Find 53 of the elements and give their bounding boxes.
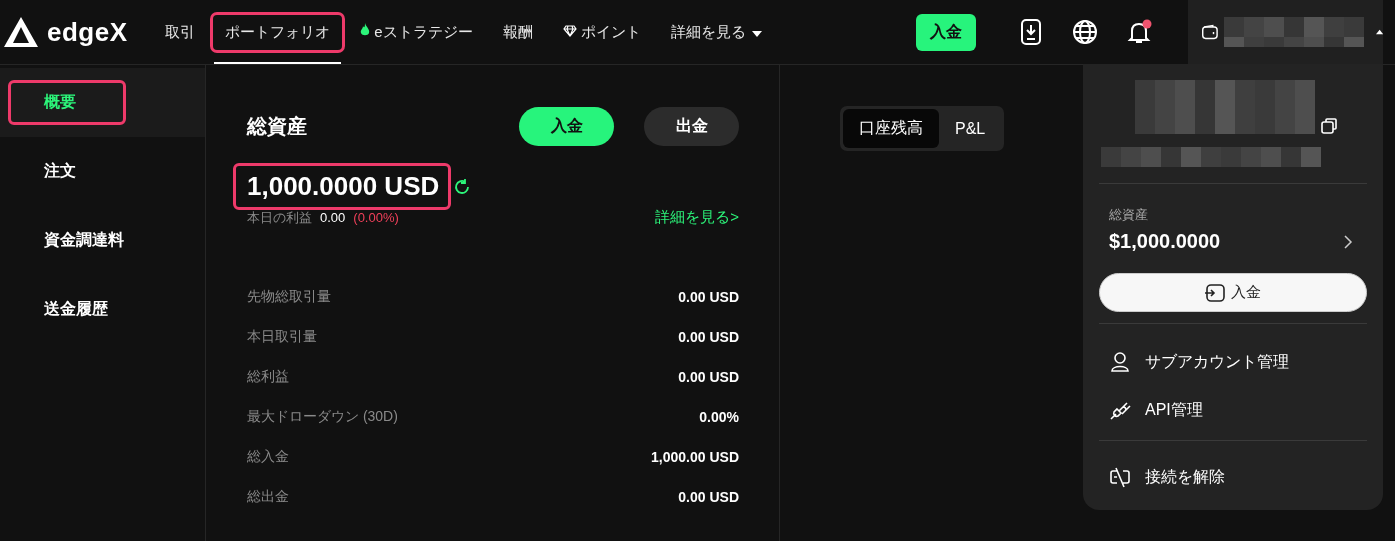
bell-icon[interactable]: [1126, 19, 1152, 45]
chevron-right-icon[interactable]: [1343, 234, 1353, 249]
sidebar-item[interactable]: 資金調達料: [0, 206, 205, 275]
nav-tab[interactable]: 取引: [150, 0, 210, 64]
withdraw-button[interactable]: 出金: [644, 107, 739, 146]
wallet-icon: [1202, 22, 1218, 42]
profit-label: 本日の利益: [247, 208, 312, 227]
copy-icon[interactable]: [1321, 118, 1337, 134]
stat-value: 0.00%: [699, 409, 739, 425]
chart-tab[interactable]: 口座残高: [843, 109, 939, 148]
deposit-button[interactable]: 入金: [1099, 273, 1367, 312]
nav-tab[interactable]: eストラテジー: [345, 0, 488, 64]
nav-tab[interactable]: 詳細を見る: [655, 0, 777, 64]
sidebar-item[interactable]: 送金履歴: [0, 275, 205, 344]
details-link[interactable]: 詳細を見る>: [655, 208, 739, 227]
person-icon: [1109, 351, 1131, 373]
download-icon[interactable]: [1018, 19, 1044, 45]
stat-label: 総出金: [247, 488, 289, 506]
nav-tab[interactable]: ポイント: [547, 0, 656, 64]
stat-label: 総入金: [247, 448, 289, 466]
sidebar-item[interactable]: 注文: [0, 137, 205, 206]
globe-icon[interactable]: [1072, 19, 1098, 45]
stat-value: 1,000.00 USD: [651, 449, 739, 465]
menu-item[interactable]: サブアカウント管理: [1099, 338, 1367, 386]
diamond-icon: [562, 24, 577, 37]
deposit-button[interactable]: 入金: [519, 107, 614, 146]
stat-label: 先物総取引量: [247, 288, 331, 306]
total-label: 総資産: [1108, 206, 1149, 224]
logo-icon: [3, 16, 39, 48]
sidebar-item[interactable]: 概要: [0, 68, 205, 137]
plug-icon: [1109, 399, 1131, 421]
menu-item[interactable]: API管理: [1099, 386, 1367, 434]
section-title: 総資産: [247, 114, 307, 139]
disconnect-button[interactable]: 接続を解除: [1099, 453, 1367, 501]
refresh-icon[interactable]: [453, 177, 472, 196]
stat-label: 最大ドローダウン (30D): [247, 408, 398, 426]
stat-label: 総利益: [247, 368, 289, 386]
stat-label: 本日取引量: [247, 328, 317, 346]
stat-value: 0.00 USD: [678, 289, 739, 305]
logo-text: edgeX: [47, 16, 128, 48]
balance-value: 1,000.0000 USD: [233, 163, 452, 210]
chart-tab[interactable]: P&L: [939, 109, 1002, 148]
stat-value: 0.00 USD: [678, 329, 739, 345]
profit-value: 0.00: [320, 210, 346, 225]
unlink-icon: [1109, 466, 1131, 488]
flame-icon: [360, 22, 370, 37]
nav-tab[interactable]: 報酬: [487, 0, 548, 64]
profit-change: (0.00%): [353, 210, 399, 225]
total-value: $1,000.0000: [1109, 230, 1221, 253]
deposit-button[interactable]: 入金: [916, 13, 976, 51]
stat-value: 0.00 USD: [678, 489, 739, 505]
deposit-icon: [1205, 283, 1225, 302]
stat-value: 0.00 USD: [678, 369, 739, 385]
